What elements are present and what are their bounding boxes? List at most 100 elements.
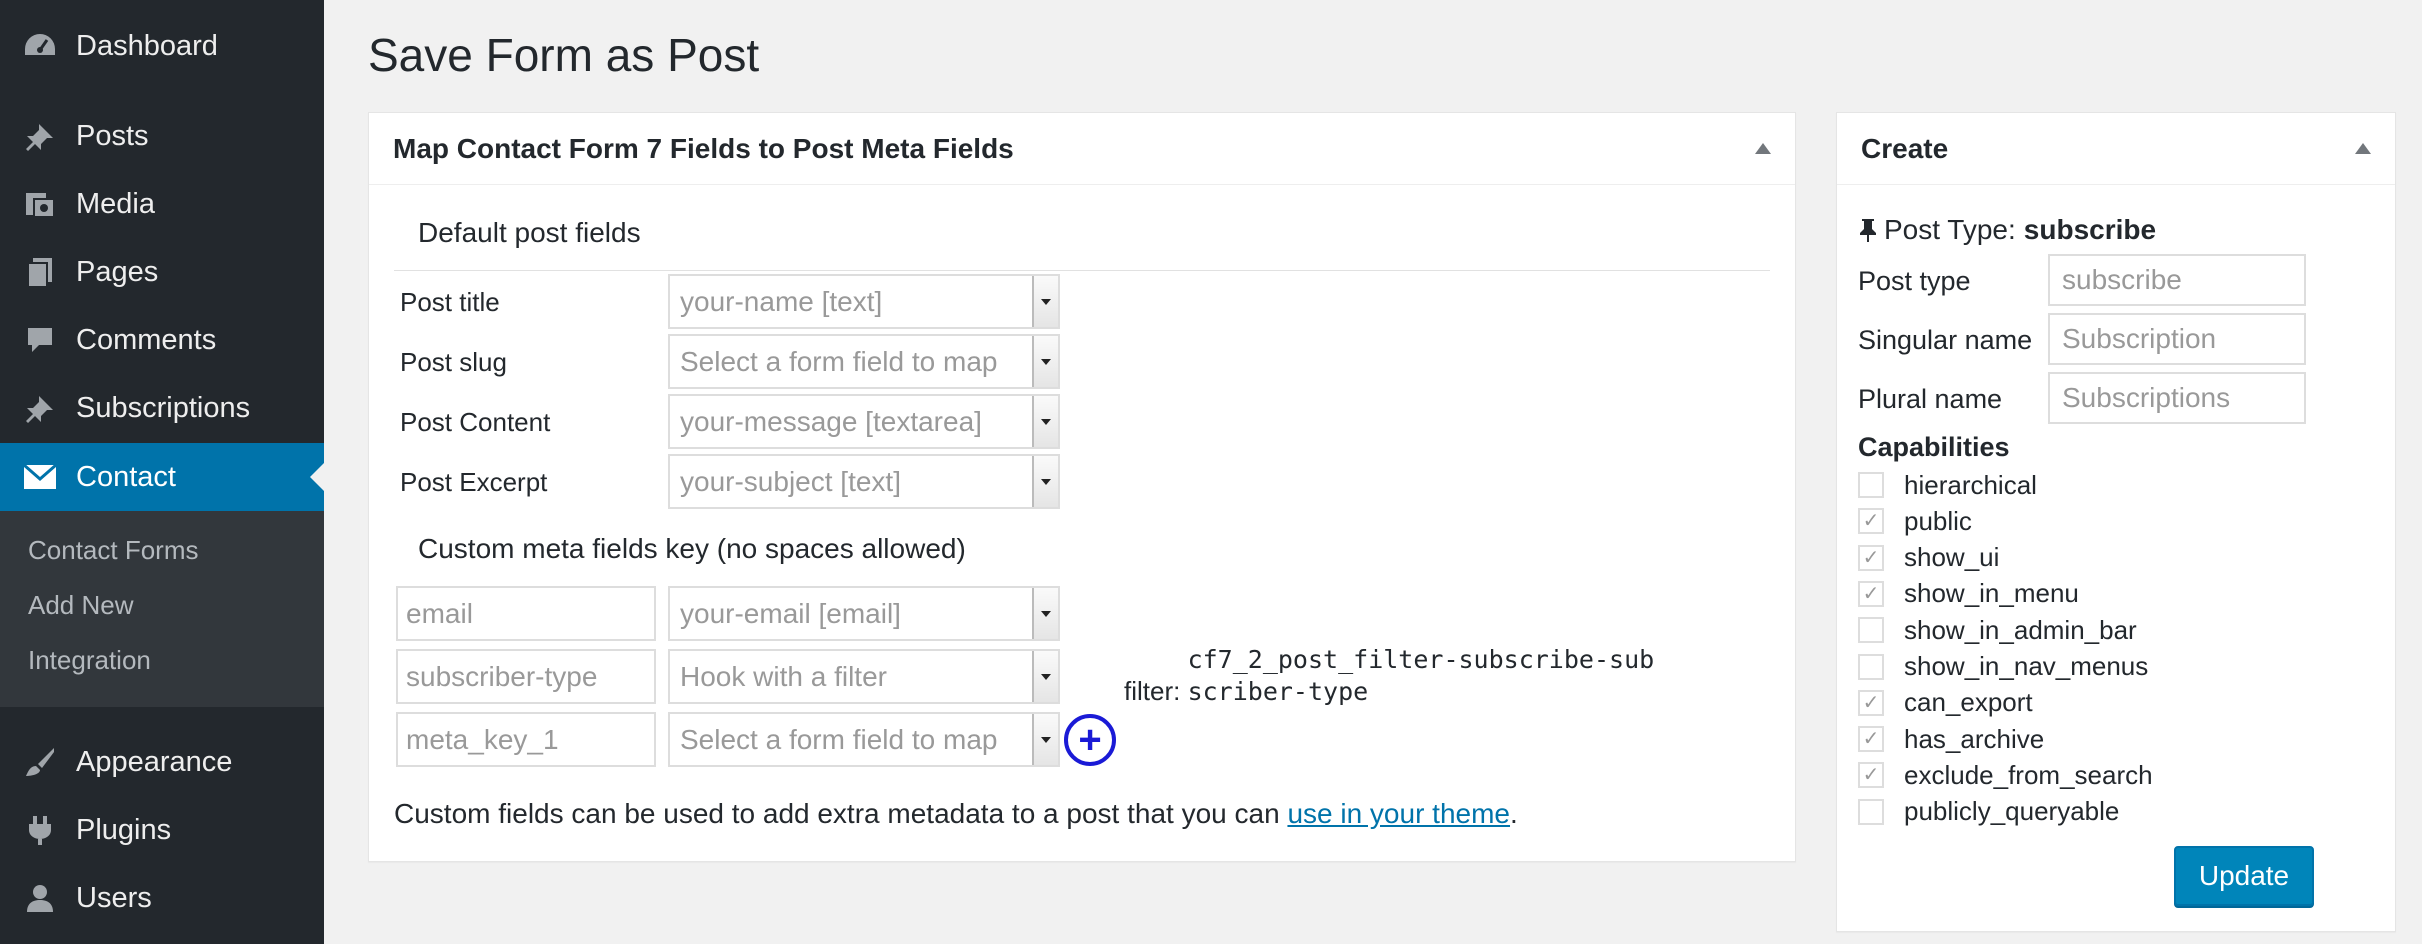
use-in-theme-link[interactable]: use in your theme bbox=[1287, 798, 1510, 829]
postbox-title: Map Contact Form 7 Fields to Post Meta F… bbox=[393, 132, 1014, 164]
capability-checkbox[interactable]: ✓ bbox=[1858, 580, 1884, 607]
capability-public[interactable]: ✓ public bbox=[1858, 505, 1972, 537]
menu-contact[interactable]: Contact bbox=[0, 443, 324, 511]
capability-label: show_ui bbox=[1904, 542, 2000, 573]
post-slug-select[interactable]: Select a form field to map bbox=[668, 334, 1060, 389]
meta-key-input[interactable]: meta_key_1 bbox=[396, 712, 656, 767]
capability-hierarchical[interactable]: hierarchical bbox=[1858, 469, 2037, 501]
capability-checkbox[interactable]: ✓ bbox=[1858, 508, 1884, 535]
capability-checkbox[interactable]: ✓ bbox=[1858, 762, 1884, 789]
filter-code: cf7_2_post_filter-subscribe-subscriber-t… bbox=[1187, 645, 1655, 706]
dropdown-arrow-icon[interactable] bbox=[1032, 396, 1058, 447]
post-type-value: subscribe bbox=[2023, 214, 2157, 245]
meta-key-input[interactable]: email bbox=[396, 586, 656, 641]
capability-checkbox[interactable] bbox=[1858, 617, 1884, 644]
capability-show_in_nav_menus[interactable]: show_in_nav_menus bbox=[1858, 651, 2148, 683]
select-value: your-subject [text] bbox=[680, 465, 901, 497]
create-header[interactable]: Create bbox=[1837, 113, 2395, 185]
post-title-select[interactable]: your-name [text] bbox=[668, 274, 1060, 329]
collapse-arrow-icon[interactable] bbox=[1755, 143, 1771, 154]
capability-label: exclude_from_search bbox=[1904, 759, 2153, 790]
capabilities-heading: Capabilities bbox=[1858, 432, 2010, 462]
capability-checkbox[interactable]: ✓ bbox=[1858, 544, 1884, 571]
submenu-integration[interactable]: Integration bbox=[28, 645, 151, 676]
plural-name-label: Plural name bbox=[1858, 384, 2003, 414]
meta-value-select[interactable]: your-email [email] bbox=[668, 586, 1060, 641]
capability-publicly_queryable[interactable]: publicly_queryable bbox=[1858, 796, 2119, 828]
meta-key-input[interactable]: subscriber-type bbox=[396, 649, 656, 704]
post-type-label: Post Type: bbox=[1884, 214, 2016, 245]
dropdown-arrow-icon[interactable] bbox=[1032, 651, 1058, 702]
add-field-plus-icon[interactable]: + bbox=[1064, 714, 1116, 766]
dropdown-arrow-icon[interactable] bbox=[1032, 456, 1058, 507]
capability-show_ui[interactable]: ✓ show_ui bbox=[1858, 542, 1999, 574]
menu-posts[interactable]: Posts bbox=[0, 102, 324, 170]
dropdown-arrow-icon[interactable] bbox=[1032, 336, 1058, 387]
post-content-label: Post Content bbox=[400, 407, 551, 437]
dropdown-arrow-icon[interactable] bbox=[1032, 276, 1058, 327]
submenu-add-new[interactable]: Add New bbox=[28, 590, 134, 621]
capability-label: show_in_admin_bar bbox=[1904, 614, 2137, 645]
help-text: Custom fields can be used to add extra m… bbox=[394, 798, 1518, 830]
capability-label: has_archive bbox=[1904, 723, 2045, 754]
capability-checkbox[interactable]: ✓ bbox=[1858, 726, 1884, 753]
singular-name-input[interactable]: Subscription bbox=[2048, 313, 2306, 365]
menu-dashboard[interactable]: Dashboard bbox=[0, 12, 324, 80]
pushpin-icon bbox=[20, 390, 60, 426]
dropdown-arrow-icon[interactable] bbox=[1032, 588, 1058, 639]
menu-subscriptions[interactable]: Subscriptions bbox=[0, 374, 324, 442]
capability-checkbox[interactable] bbox=[1858, 798, 1884, 825]
capability-can_export[interactable]: ✓ can_export bbox=[1858, 687, 2033, 719]
capability-checkbox[interactable] bbox=[1858, 472, 1884, 498]
menu-pages[interactable]: Pages bbox=[0, 238, 324, 306]
menu-label: Plugins bbox=[76, 813, 172, 846]
meta-value-select[interactable]: Select a form field to map bbox=[668, 712, 1060, 767]
post-slug-label: Post slug bbox=[400, 347, 507, 377]
post-excerpt-select[interactable]: your-subject [text] bbox=[668, 454, 1060, 509]
capability-exclude_from_search[interactable]: ✓ exclude_from_search bbox=[1858, 759, 2153, 791]
capability-label: show_in_nav_menus bbox=[1904, 651, 2149, 681]
menu-users[interactable]: Users bbox=[0, 864, 324, 932]
select-value: your-name [text] bbox=[680, 285, 883, 317]
update-button[interactable]: Update bbox=[2174, 846, 2314, 906]
menu-label: Users bbox=[76, 881, 152, 914]
menu-appearance[interactable]: Appearance bbox=[0, 728, 324, 796]
plural-name-input[interactable]: Subscriptions bbox=[2048, 372, 2306, 424]
input-placeholder: subscribe bbox=[2062, 264, 2182, 295]
menu-label: Comments bbox=[76, 323, 217, 356]
page-title: Save Form as Post bbox=[368, 29, 760, 81]
menu-label: Appearance bbox=[76, 745, 233, 778]
menu-comments[interactable]: Comments bbox=[0, 306, 324, 374]
plugin-icon bbox=[20, 812, 60, 848]
map-fields-header[interactable]: Map Contact Form 7 Fields to Post Meta F… bbox=[369, 113, 1795, 185]
menu-media[interactable]: Media bbox=[0, 170, 324, 238]
collapse-arrow-icon[interactable] bbox=[2355, 143, 2371, 154]
menu-label: Pages bbox=[76, 255, 159, 288]
divider bbox=[394, 270, 1770, 271]
menu-label: Posts bbox=[76, 119, 149, 152]
post-type-summary: Post Type: subscribe bbox=[1858, 214, 2156, 246]
post-title-label: Post title bbox=[400, 287, 500, 317]
input-placeholder: meta_key_1 bbox=[406, 723, 559, 755]
capability-show_in_admin_bar[interactable]: show_in_admin_bar bbox=[1858, 614, 2137, 646]
input-placeholder: Subscription bbox=[2062, 323, 2217, 354]
menu-label: Dashboard bbox=[76, 29, 218, 62]
post-content-select[interactable]: your-message [textarea] bbox=[668, 394, 1060, 449]
contact-submenu: Contact Forms Add New Integration bbox=[0, 511, 324, 707]
dropdown-arrow-icon[interactable] bbox=[1032, 714, 1058, 765]
menu-plugins[interactable]: Plugins bbox=[0, 796, 324, 864]
submenu-contact-forms[interactable]: Contact Forms bbox=[28, 535, 199, 566]
help-text-body: Custom fields can be used to add extra m… bbox=[394, 798, 1288, 829]
filter-note: filter: cf7_2_post_filter-subscribe-subs… bbox=[1124, 644, 1658, 708]
capability-checkbox[interactable] bbox=[1858, 653, 1884, 680]
capability-show_in_menu[interactable]: ✓ show_in_menu bbox=[1858, 578, 2079, 610]
meta-value-select[interactable]: Hook with a filter bbox=[668, 649, 1060, 704]
user-icon bbox=[20, 880, 60, 916]
select-value: Hook with a filter bbox=[680, 660, 887, 692]
post-type-input[interactable]: subscribe bbox=[2048, 254, 2306, 306]
capability-label: publicly_queryable bbox=[1904, 796, 2120, 827]
capability-checkbox[interactable]: ✓ bbox=[1858, 689, 1884, 716]
menu-label: Subscriptions bbox=[76, 391, 251, 424]
post-type-field-label: Post type bbox=[1858, 266, 1971, 296]
capability-has_archive[interactable]: ✓ has_archive bbox=[1858, 723, 2044, 755]
